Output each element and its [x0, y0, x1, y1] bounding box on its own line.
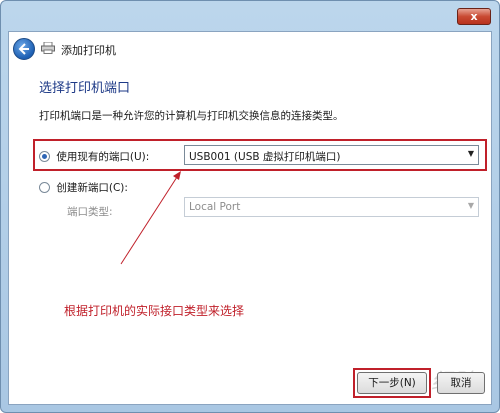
annotation-text: 根据打印机的实际接口类型来选择 — [64, 304, 245, 318]
annotation-arrow — [120, 171, 181, 265]
wizard-content: 添加打印机 选择打印机端口 打印机端口是一种允许您的计算机与打印机交换信息的连接… — [8, 31, 492, 405]
highlight-next-button — [353, 368, 431, 398]
close-button[interactable]: x — [457, 8, 491, 25]
dialog-window: x 添加打印机 选择打印机端口 打印机端口是一种允许您的计算机与打印机交换信息的… — [0, 0, 500, 413]
close-icon: x — [470, 10, 478, 23]
cancel-button[interactable]: 取消 — [437, 372, 485, 394]
